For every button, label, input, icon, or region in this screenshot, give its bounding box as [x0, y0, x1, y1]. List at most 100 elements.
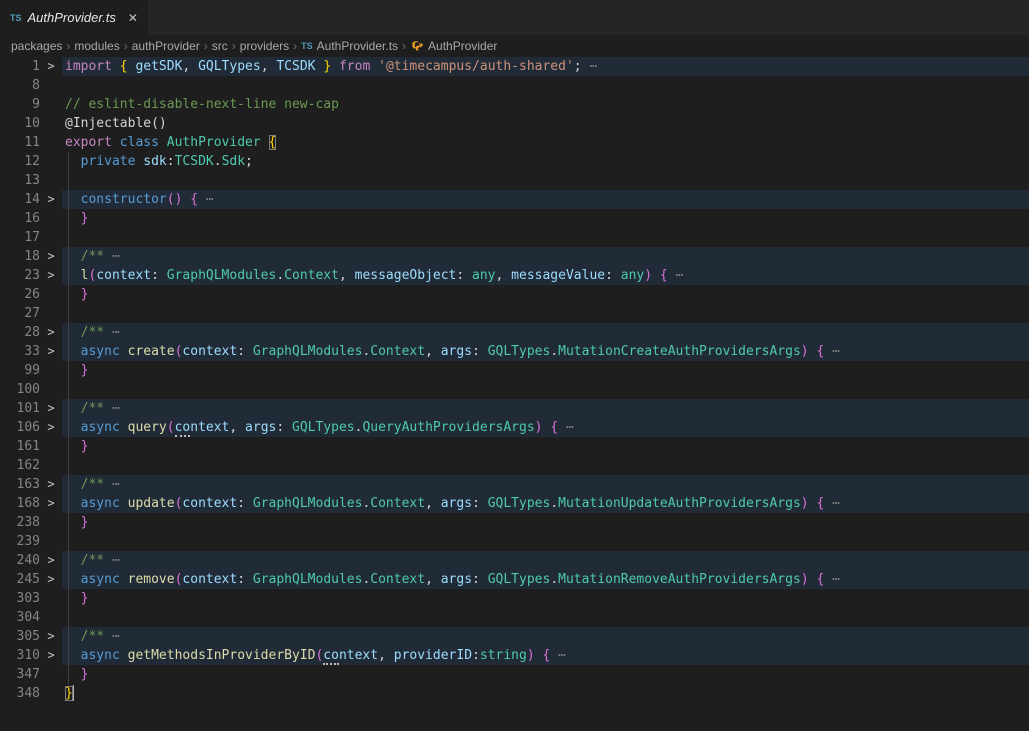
- code-line[interactable]: 10@Injectable(): [0, 114, 1029, 133]
- code-line[interactable]: 1>import { getSDK, GQLTypes, TCSDK } fro…: [0, 57, 1029, 76]
- fold-chevron-icon[interactable]: >: [40, 551, 62, 570]
- line-content[interactable]: private sdk:TCSDK.Sdk;: [62, 152, 1029, 171]
- code-line[interactable]: 27: [0, 304, 1029, 323]
- breadcrumb-item-src[interactable]: src: [212, 39, 228, 53]
- line-content[interactable]: l(context: GraphQLModules.Context, messa…: [62, 266, 1029, 285]
- code-line[interactable]: 101> /** ⋯: [0, 399, 1029, 418]
- line-content[interactable]: [62, 608, 1029, 627]
- line-content[interactable]: [62, 380, 1029, 399]
- code-line[interactable]: 13: [0, 171, 1029, 190]
- code-line[interactable]: 305> /** ⋯: [0, 627, 1029, 646]
- tab-authprovider[interactable]: TS AuthProvider.ts ✕: [0, 0, 148, 35]
- fold-chevron-icon[interactable]: >: [40, 266, 62, 285]
- code-line[interactable]: 310> async getMethodsInProviderByID(cont…: [0, 646, 1029, 665]
- fold-gutter: [40, 304, 62, 323]
- code-text: @Injectable(): [65, 116, 167, 131]
- line-content[interactable]: export class AuthProvider {: [62, 133, 1029, 152]
- line-number: 12: [0, 152, 40, 171]
- line-content[interactable]: [62, 228, 1029, 247]
- line-content[interactable]: [62, 456, 1029, 475]
- code-line[interactable]: 9// eslint-disable-next-line new-cap: [0, 95, 1029, 114]
- breadcrumb-item-authprovider[interactable]: AuthProvider: [410, 39, 497, 53]
- line-content[interactable]: async query(context, args: GQLTypes.Quer…: [62, 418, 1029, 437]
- code-line[interactable]: 14> constructor() { ⋯: [0, 190, 1029, 209]
- fold-chevron-icon[interactable]: >: [40, 342, 62, 361]
- code-line[interactable]: 18> /** ⋯: [0, 247, 1029, 266]
- line-content[interactable]: [62, 171, 1029, 190]
- line-content[interactable]: /** ⋯: [62, 475, 1029, 494]
- gutter: 16: [0, 209, 62, 228]
- code-line[interactable]: 304: [0, 608, 1029, 627]
- line-number: 28: [0, 323, 40, 342]
- code-line[interactable]: 99 }: [0, 361, 1029, 380]
- breadcrumb: packages›modules›authProvider›src›provid…: [0, 35, 1029, 57]
- line-content[interactable]: async create(context: GraphQLModules.Con…: [62, 342, 1029, 361]
- code-line[interactable]: 8: [0, 76, 1029, 95]
- line-content[interactable]: [62, 304, 1029, 323]
- line-content[interactable]: /** ⋯: [62, 247, 1029, 266]
- line-content[interactable]: /** ⋯: [62, 323, 1029, 342]
- line-content[interactable]: import { getSDK, GQLTypes, TCSDK } from …: [62, 57, 1029, 76]
- code-line[interactable]: 239: [0, 532, 1029, 551]
- gutter: 310>: [0, 646, 62, 665]
- code-line[interactable]: 26 }: [0, 285, 1029, 304]
- line-content[interactable]: // eslint-disable-next-line new-cap: [62, 95, 1029, 114]
- line-content[interactable]: [62, 76, 1029, 95]
- fold-chevron-icon[interactable]: >: [40, 627, 62, 646]
- breadcrumb-item-authprovider[interactable]: authProvider: [132, 39, 200, 53]
- line-content[interactable]: async update(context: GraphQLModules.Con…: [62, 494, 1029, 513]
- line-content[interactable]: }: [62, 665, 1029, 684]
- line-content[interactable]: }: [62, 209, 1029, 228]
- breadcrumb-item-authprovider-ts[interactable]: TSAuthProvider.ts: [301, 39, 398, 53]
- line-content[interactable]: }: [62, 513, 1029, 532]
- code-line[interactable]: 11export class AuthProvider {: [0, 133, 1029, 152]
- fold-chevron-icon[interactable]: >: [40, 646, 62, 665]
- fold-chevron-icon[interactable]: >: [40, 475, 62, 494]
- line-content[interactable]: /** ⋯: [62, 399, 1029, 418]
- breadcrumb-item-providers[interactable]: providers: [240, 39, 289, 53]
- code-line[interactable]: 238 }: [0, 513, 1029, 532]
- code-line[interactable]: 17: [0, 228, 1029, 247]
- line-content[interactable]: @Injectable(): [62, 114, 1029, 133]
- fold-chevron-icon[interactable]: >: [40, 570, 62, 589]
- code-line[interactable]: 23> l(context: GraphQLModules.Context, m…: [0, 266, 1029, 285]
- code-line[interactable]: 106> async query(context, args: GQLTypes…: [0, 418, 1029, 437]
- code-line[interactable]: 162: [0, 456, 1029, 475]
- fold-chevron-icon[interactable]: >: [40, 494, 62, 513]
- line-content[interactable]: async remove(context: GraphQLModules.Con…: [62, 570, 1029, 589]
- code-line[interactable]: 348}: [0, 684, 1029, 703]
- code-area[interactable]: 1>import { getSDK, GQLTypes, TCSDK } fro…: [0, 57, 1029, 731]
- breadcrumb-item-modules[interactable]: modules: [74, 39, 119, 53]
- code-line[interactable]: 33> async create(context: GraphQLModules…: [0, 342, 1029, 361]
- fold-chevron-icon[interactable]: >: [40, 418, 62, 437]
- line-content[interactable]: }: [62, 361, 1029, 380]
- close-icon[interactable]: ✕: [128, 11, 138, 25]
- breadcrumb-item-packages[interactable]: packages: [11, 39, 62, 53]
- code-line[interactable]: 303 }: [0, 589, 1029, 608]
- line-content[interactable]: }: [62, 684, 1029, 703]
- fold-chevron-icon[interactable]: >: [40, 57, 62, 76]
- code-line[interactable]: 28> /** ⋯: [0, 323, 1029, 342]
- fold-chevron-icon[interactable]: >: [40, 323, 62, 342]
- line-content[interactable]: async getMethodsInProviderByID(context, …: [62, 646, 1029, 665]
- code-line[interactable]: 16 }: [0, 209, 1029, 228]
- code-line[interactable]: 347 }: [0, 665, 1029, 684]
- line-content[interactable]: }: [62, 285, 1029, 304]
- fold-chevron-icon[interactable]: >: [40, 399, 62, 418]
- code-line[interactable]: 245> async remove(context: GraphQLModule…: [0, 570, 1029, 589]
- code-line[interactable]: 12 private sdk:TCSDK.Sdk;: [0, 152, 1029, 171]
- code-line[interactable]: 161 }: [0, 437, 1029, 456]
- code-line[interactable]: 240> /** ⋯: [0, 551, 1029, 570]
- line-content[interactable]: /** ⋯: [62, 551, 1029, 570]
- code-line[interactable]: 100: [0, 380, 1029, 399]
- line-content[interactable]: /** ⋯: [62, 627, 1029, 646]
- fold-chevron-icon[interactable]: >: [40, 190, 62, 209]
- line-content[interactable]: constructor() { ⋯: [62, 190, 1029, 209]
- code-line[interactable]: 163> /** ⋯: [0, 475, 1029, 494]
- line-content[interactable]: }: [62, 589, 1029, 608]
- code-text: import { getSDK, GQLTypes, TCSDK } from …: [65, 59, 597, 74]
- line-content[interactable]: }: [62, 437, 1029, 456]
- code-line[interactable]: 168> async update(context: GraphQLModule…: [0, 494, 1029, 513]
- line-content[interactable]: [62, 532, 1029, 551]
- fold-chevron-icon[interactable]: >: [40, 247, 62, 266]
